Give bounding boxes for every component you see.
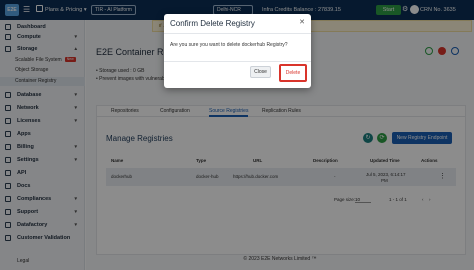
divider: [164, 33, 311, 34]
divider: [164, 61, 311, 62]
delete-button[interactable]: Delete: [283, 68, 303, 78]
confirm-delete-modal: Confirm Delete Registry ✕ Are you sure y…: [164, 14, 311, 88]
modal-title: Confirm Delete Registry: [170, 19, 255, 28]
modal-message: Are you sure you want to delete dockerhu…: [170, 42, 288, 48]
close-icon[interactable]: ✕: [299, 18, 305, 26]
close-button[interactable]: Close: [250, 66, 271, 78]
delete-button-highlight: Delete: [279, 64, 307, 82]
